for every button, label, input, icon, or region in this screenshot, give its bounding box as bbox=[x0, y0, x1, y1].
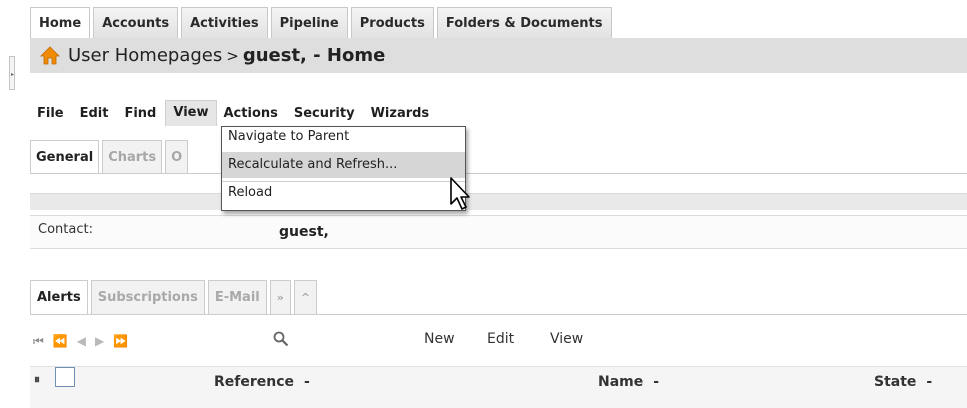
tab-activities[interactable]: Activities bbox=[181, 7, 268, 38]
edit-button[interactable]: Edit bbox=[487, 331, 514, 347]
menu-edit[interactable]: Edit bbox=[73, 106, 118, 121]
tab-email[interactable]: E-Mail bbox=[207, 280, 267, 314]
sort-indicator: - bbox=[926, 374, 933, 390]
menu-wizards[interactable]: Wizards bbox=[364, 106, 439, 121]
tab-accounts[interactable]: Accounts bbox=[93, 7, 179, 38]
menu-file[interactable]: File bbox=[30, 106, 73, 121]
tab-other[interactable]: O bbox=[165, 140, 189, 173]
tab-subscriptions[interactable]: Subscriptions bbox=[90, 280, 205, 314]
sidebar-collapse-handle[interactable]: ▸ bbox=[9, 56, 15, 90]
panel-divider bbox=[30, 173, 967, 174]
column-state-label: State bbox=[874, 374, 917, 390]
view-button[interactable]: View bbox=[550, 331, 583, 347]
pager: ⏮ ⏪ ◀ ▶ ⏩ bbox=[33, 334, 128, 349]
select-all-checkbox[interactable] bbox=[55, 367, 75, 387]
home-icon bbox=[40, 45, 60, 64]
menu-actions[interactable]: Actions bbox=[217, 106, 287, 121]
tab-pipeline[interactable]: Pipeline bbox=[270, 7, 348, 38]
column-reference[interactable]: Reference - bbox=[214, 374, 310, 390]
column-state[interactable]: State - bbox=[874, 374, 932, 390]
contact-label: Contact: bbox=[38, 222, 93, 237]
tab-alerts[interactable]: Alerts bbox=[30, 280, 88, 314]
tab-general[interactable]: General bbox=[30, 140, 100, 173]
expand-arrow-icon: ▸ bbox=[11, 71, 15, 78]
menu-security[interactable]: Security bbox=[287, 106, 364, 121]
search-icon[interactable] bbox=[272, 330, 290, 348]
menu-find[interactable]: Find bbox=[117, 106, 165, 121]
column-name[interactable]: Name - bbox=[598, 374, 659, 390]
tab-charts[interactable]: Charts bbox=[102, 140, 163, 173]
tab-folders-documents[interactable]: Folders & Documents bbox=[436, 7, 612, 38]
sort-indicator: - bbox=[653, 374, 660, 390]
tabs-divider bbox=[30, 314, 967, 315]
tab-home[interactable]: Home bbox=[30, 7, 91, 38]
detail-tabs: General Charts O bbox=[30, 140, 189, 173]
last-page-icon[interactable]: ⏩ bbox=[113, 334, 128, 349]
menu-bar: File Edit Find View Actions Security Wiz… bbox=[30, 100, 438, 126]
column-reference-label: Reference bbox=[214, 374, 295, 390]
collapse-tabs-button[interactable]: ^ bbox=[293, 280, 318, 314]
sort-indicator: - bbox=[304, 374, 310, 390]
breadcrumb-separator: > bbox=[226, 47, 239, 65]
contact-row bbox=[30, 215, 967, 249]
page-title: User Homepages > guest, - Home bbox=[68, 45, 385, 66]
menu-view[interactable]: View bbox=[165, 100, 217, 126]
more-tabs-button[interactable]: » bbox=[269, 280, 291, 314]
top-tabs: Home Accounts Activities Pipeline Produc… bbox=[30, 7, 612, 38]
view-menu-dropdown: Navigate to Parent Recalculate and Refre… bbox=[221, 126, 466, 211]
previous-page-icon[interactable]: ◀ bbox=[77, 334, 86, 349]
section-band bbox=[30, 193, 967, 210]
next-page-icon[interactable]: ▶ bbox=[95, 334, 104, 349]
breadcrumb-current: guest, - Home bbox=[242, 45, 386, 66]
pin-icon[interactable]: ⏸ bbox=[34, 372, 40, 387]
mouse-pointer-icon bbox=[450, 177, 470, 210]
related-tabs: Alerts Subscriptions E-Mail » ^ bbox=[30, 280, 318, 314]
breadcrumb: User Homepages > guest, - Home bbox=[30, 38, 967, 73]
tab-products[interactable]: Products bbox=[350, 7, 434, 38]
breadcrumb-parent[interactable]: User Homepages bbox=[68, 45, 222, 66]
column-name-label: Name bbox=[598, 374, 644, 390]
previous-block-icon[interactable]: ⏪ bbox=[53, 334, 68, 349]
menu-item-reload[interactable]: Reload bbox=[222, 182, 465, 204]
contact-value: guest, bbox=[279, 224, 329, 240]
menu-item-navigate-to-parent[interactable]: Navigate to Parent bbox=[222, 127, 465, 149]
first-page-icon[interactable]: ⏮ bbox=[33, 334, 44, 349]
new-button[interactable]: New bbox=[424, 331, 455, 347]
table-header bbox=[30, 366, 967, 408]
menu-item-recalculate-refresh[interactable]: Recalculate and Refresh... bbox=[222, 152, 465, 178]
